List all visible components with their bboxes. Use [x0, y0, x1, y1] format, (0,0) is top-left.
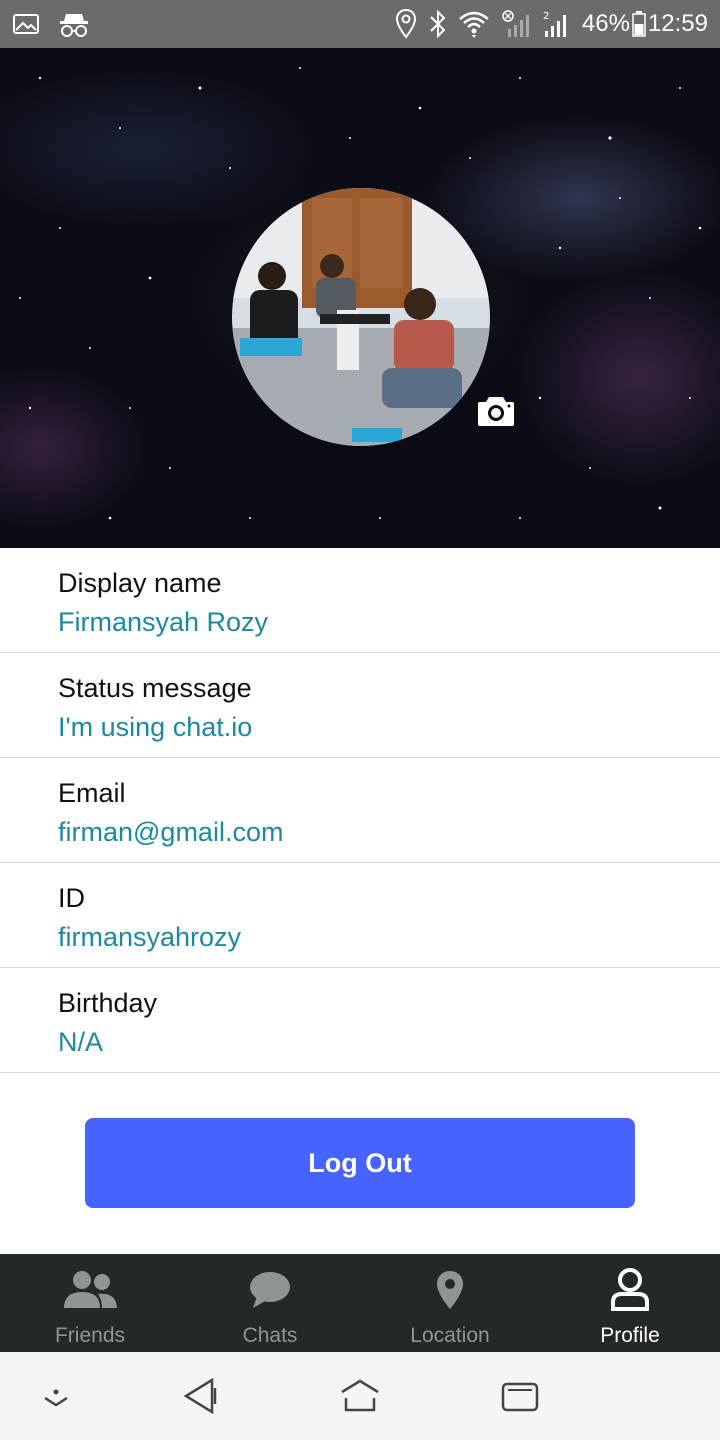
field-value: Firmansyah Rozy	[58, 607, 269, 637]
battery-percent: 46%	[581, 10, 630, 37]
back-icon[interactable]	[182, 1377, 220, 1419]
bluetooth-icon	[428, 9, 448, 39]
tab-profile[interactable]: Profile	[540, 1254, 720, 1352]
logout-button[interactable]: Log Out	[85, 1118, 635, 1208]
chat-bubble-icon	[249, 1266, 291, 1314]
battery-icon	[632, 11, 646, 37]
friends-icon	[62, 1266, 118, 1314]
home-icon[interactable]	[340, 1378, 380, 1419]
field-value: N/A	[58, 1027, 104, 1057]
avatar[interactable]	[232, 188, 490, 446]
field-label: Email	[58, 778, 126, 808]
image-icon	[12, 12, 40, 36]
incognito-icon	[58, 10, 90, 38]
tab-friends[interactable]: Friends	[0, 1254, 180, 1352]
tab-label: Profile	[600, 1324, 660, 1347]
signal-icon	[500, 9, 532, 39]
clock: 12:59	[647, 10, 708, 37]
person-icon	[610, 1266, 650, 1314]
profile-fields: Display name Firmansyah Rozy Status mess…	[0, 548, 720, 1073]
field-label: Birthday	[58, 988, 158, 1018]
field-value: firmansyahrozy	[58, 922, 242, 952]
avatar-photo	[232, 188, 490, 446]
profile-header	[0, 48, 720, 548]
recents-icon[interactable]	[500, 1378, 540, 1419]
tab-label: Friends	[54, 1324, 126, 1347]
bottom-tab-bar: Friends Chats Location Profile	[0, 1254, 720, 1352]
map-pin-icon	[435, 1266, 465, 1314]
svg-text:2: 2	[543, 11, 549, 22]
system-nav-bar	[0, 1352, 720, 1440]
status-bar: 2 46% 12:59	[0, 0, 720, 48]
field-label: Display name	[58, 568, 222, 598]
camera-icon	[478, 397, 514, 426]
tab-label: Location	[410, 1324, 490, 1347]
location-icon	[394, 8, 418, 40]
field-value: firman@gmail.com	[58, 817, 284, 847]
tab-chats[interactable]: Chats	[180, 1254, 360, 1352]
field-label: ID	[58, 883, 85, 913]
field-id[interactable]: ID firmansyahrozy	[0, 863, 720, 968]
field-value: I'm using chat.io	[58, 712, 253, 742]
signal-2-icon: 2	[542, 9, 572, 39]
field-birthday[interactable]: Birthday N/A	[0, 968, 720, 1073]
field-display-name[interactable]: Display name Firmansyah Rozy	[0, 548, 720, 653]
tab-location[interactable]: Location	[360, 1254, 540, 1352]
field-status-message[interactable]: Status message I'm using chat.io	[0, 653, 720, 758]
tab-label: Chats	[242, 1324, 298, 1347]
field-label: Status message	[58, 673, 252, 703]
wifi-icon	[458, 9, 490, 39]
field-email[interactable]: Email firman@gmail.com	[0, 758, 720, 863]
hide-keyboard-icon[interactable]	[40, 1378, 72, 1419]
change-photo-button[interactable]	[476, 393, 516, 429]
